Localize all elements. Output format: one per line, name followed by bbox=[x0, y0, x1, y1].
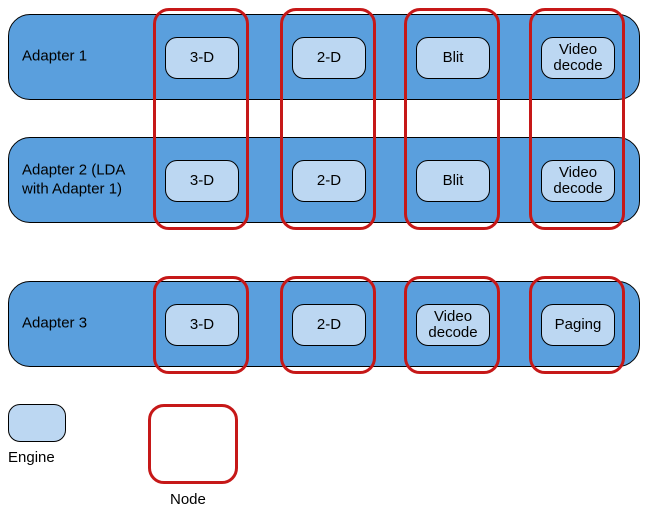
legend-engine-swatch bbox=[8, 404, 66, 442]
adapter-1-label: Adapter 1 bbox=[22, 48, 152, 67]
engine-box: 2-D bbox=[292, 304, 366, 346]
adapter-row-2: Adapter 2 (LDA with Adapter 1) 3-D 2-D B… bbox=[8, 137, 640, 223]
engine-box: 2-D bbox=[292, 160, 366, 202]
engine-box: Video decode bbox=[416, 304, 490, 346]
engine-box: 3-D bbox=[165, 304, 239, 346]
legend-engine-label: Engine bbox=[8, 449, 55, 466]
legend-node-label: Node bbox=[170, 491, 206, 508]
engine-box: Blit bbox=[416, 37, 490, 79]
legend-node-swatch bbox=[148, 404, 238, 484]
engine-box: 3-D bbox=[165, 37, 239, 79]
adapter-row-1: Adapter 1 3-D 2-D Blit Video decode bbox=[8, 14, 640, 100]
adapter-2-label: Adapter 2 (LDA with Adapter 1) bbox=[22, 161, 152, 199]
engine-box: 3-D bbox=[165, 160, 239, 202]
engine-box: Video decode bbox=[541, 37, 615, 79]
engine-box: Paging bbox=[541, 304, 615, 346]
engine-box: Blit bbox=[416, 160, 490, 202]
engine-box: Video decode bbox=[541, 160, 615, 202]
engine-box: 2-D bbox=[292, 37, 366, 79]
adapter-row-3: Adapter 3 3-D 2-D Video decode Paging bbox=[8, 281, 640, 367]
adapter-3-label: Adapter 3 bbox=[22, 315, 152, 334]
gpu-scheduler-diagram: Adapter 1 3-D 2-D Blit Video decode Adap… bbox=[0, 0, 651, 531]
